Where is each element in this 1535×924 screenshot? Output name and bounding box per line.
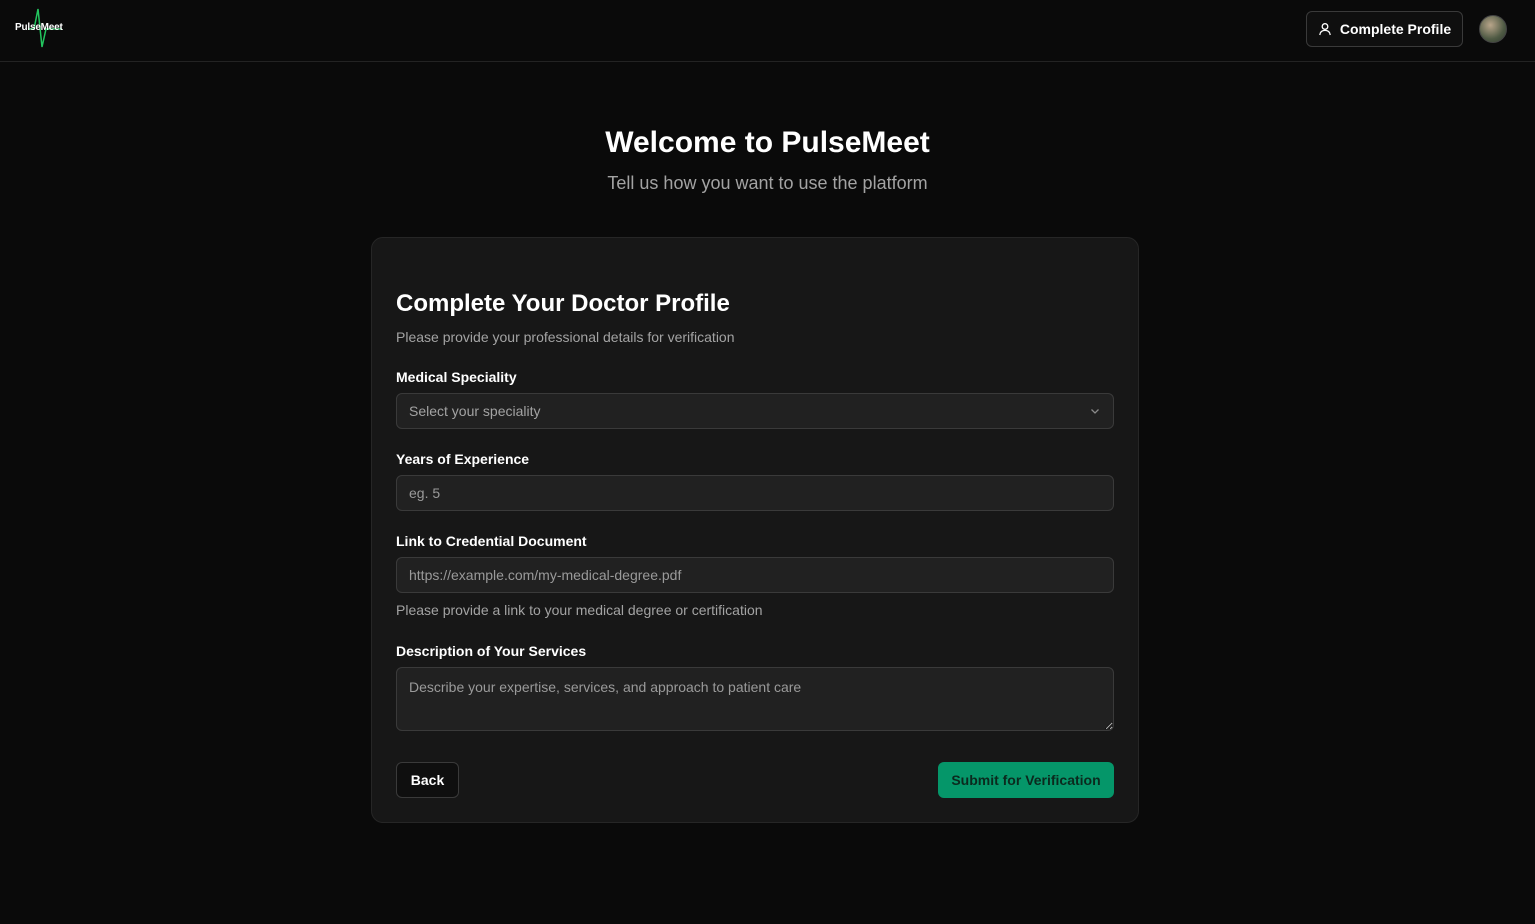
top-navbar: PulseMeet Complete Profile <box>0 0 1535 62</box>
complete-profile-button[interactable]: Complete Profile <box>1306 11 1463 47</box>
user-icon <box>1319 23 1331 36</box>
logo-text: PulseMeet <box>15 22 63 33</box>
pulsemeet-logo[interactable]: PulseMeet <box>14 7 66 49</box>
user-avatar[interactable] <box>1479 15 1507 43</box>
form-description: Please provide your professional details… <box>396 329 735 345</box>
speciality-select[interactable]: Select your speciality <box>396 393 1114 429</box>
form-title: Complete Your Doctor Profile <box>396 290 730 317</box>
credential-label: Link to Credential Document <box>396 533 587 549</box>
complete-profile-label: Complete Profile <box>1339 21 1452 37</box>
page-title: Welcome to PulseMeet <box>605 126 930 159</box>
speciality-selected-value: Select your speciality <box>409 403 541 419</box>
speciality-label: Medical Speciality <box>396 369 517 385</box>
page-subtitle: Tell us how you want to use the platform <box>607 173 928 193</box>
credential-link-input[interactable] <box>396 557 1114 593</box>
credential-hint: Please provide a link to your medical de… <box>396 602 763 618</box>
doctor-profile-card: Complete Your Doctor Profile Please prov… <box>371 237 1139 823</box>
submit-for-verification-button[interactable]: Submit for Verification <box>938 762 1114 798</box>
services-description-textarea[interactable] <box>396 667 1114 731</box>
chevron-down-icon <box>1091 409 1099 414</box>
experience-input[interactable] <box>396 475 1114 511</box>
services-description-label: Description of Your Services <box>396 643 587 659</box>
back-button[interactable]: Back <box>396 762 459 798</box>
experience-label: Years of Experience <box>396 451 530 467</box>
